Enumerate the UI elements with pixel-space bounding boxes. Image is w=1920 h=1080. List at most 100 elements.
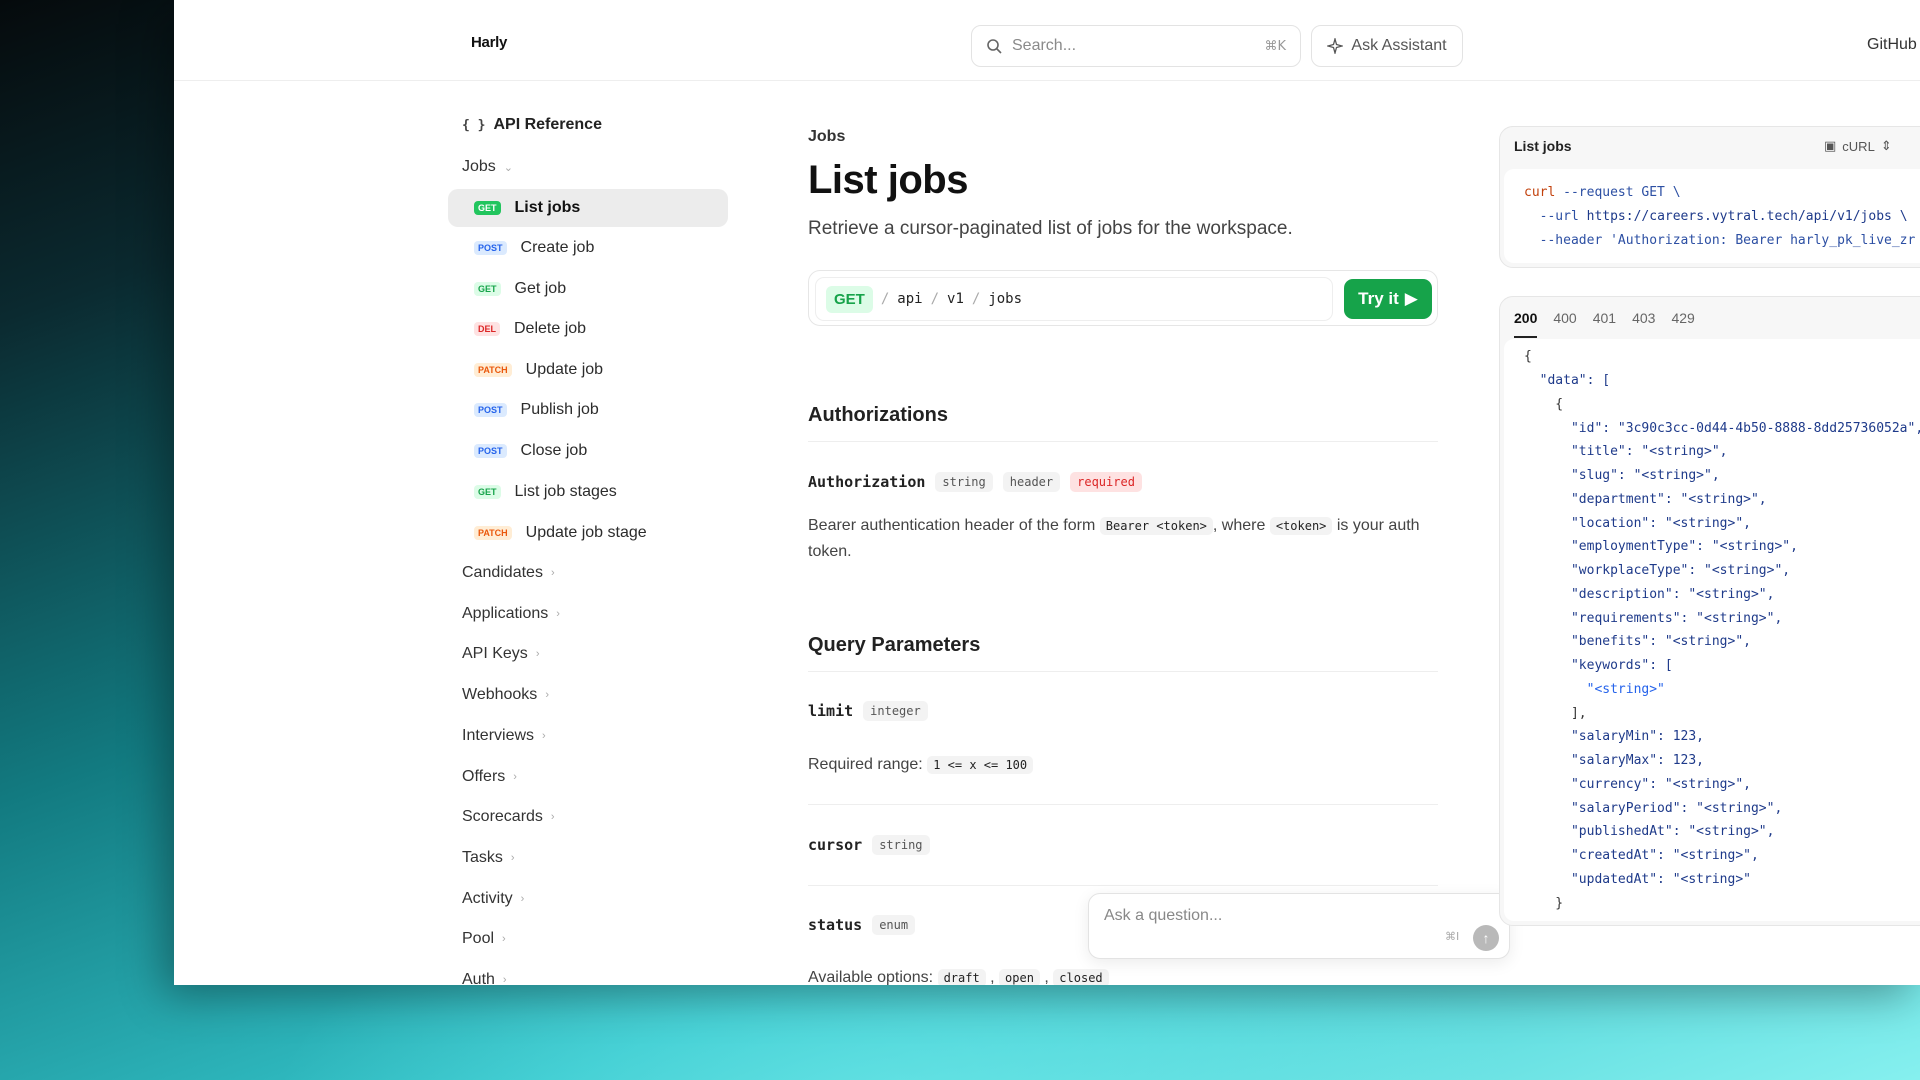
- code-line: "data": [: [1524, 373, 1611, 388]
- sidebar-item-delete-job[interactable]: DEL Delete job: [448, 310, 728, 348]
- sidebar-item-label: List jobs: [514, 199, 581, 216]
- tab-429[interactable]: 429: [1671, 310, 1694, 326]
- code-line: --url https://careers.vytral.tech/api/v1…: [1524, 209, 1908, 224]
- method-badge: POST: [474, 444, 507, 458]
- code-line: {: [1524, 349, 1532, 364]
- code-line: "salaryPeriod": "<string>",: [1524, 801, 1783, 816]
- sidebar-group-label: Pool: [462, 930, 495, 947]
- sidebar-group-webhooks[interactable]: Webhooks ›: [462, 686, 549, 704]
- param-name: limit: [808, 702, 854, 720]
- code-line: "salaryMax": 123,: [1524, 753, 1705, 768]
- api-reference-label: API Reference: [493, 116, 602, 133]
- code-line: }: [1524, 896, 1564, 911]
- chevron-right-icon: ›: [550, 567, 555, 579]
- tab-403[interactable]: 403: [1632, 310, 1655, 326]
- response-code-block: { "data": [ { "id": "3c90c3cc-0d44-4b50-…: [1504, 339, 1920, 921]
- response-status-tabs: 200 400 401 403 429: [1514, 297, 1695, 339]
- code-line: "salaryMin": 123,: [1524, 729, 1705, 744]
- chevron-right-icon: ›: [502, 974, 507, 985]
- param-type: enum: [872, 915, 916, 935]
- sidebar-item-list-job-stages[interactable]: GET List job stages: [448, 473, 728, 511]
- code-line: "<string>": [1524, 682, 1665, 697]
- sidebar-item-get-job[interactable]: GET Get job: [448, 270, 728, 308]
- tab-400[interactable]: 400: [1553, 310, 1576, 326]
- try-it-button[interactable]: Try it ▶: [1344, 279, 1432, 319]
- sidebar-group-offers[interactable]: Offers ›: [462, 768, 517, 786]
- method-badge: GET: [826, 285, 873, 313]
- code-line: "requirements": "<string>",: [1524, 611, 1783, 626]
- sidebar-item-label: Close job: [520, 442, 588, 459]
- sidebar-item-label: Publish job: [520, 401, 599, 418]
- code-line: {: [1524, 397, 1564, 412]
- sidebar-group-scorecards[interactable]: Scorecards ›: [462, 808, 555, 826]
- sidebar-group-activity[interactable]: Activity ›: [462, 890, 524, 908]
- sidebar-group-auth[interactable]: Auth ›: [462, 971, 507, 985]
- chevron-right-icon: ›: [556, 608, 560, 620]
- sidebar-group-jobs[interactable]: Jobs ⌄: [462, 158, 513, 176]
- inline-code: Bearer <token>: [1099, 517, 1213, 535]
- param-type: string: [935, 472, 993, 492]
- tab-401[interactable]: 401: [1593, 310, 1616, 326]
- code-line: "description": "<string>",: [1524, 587, 1775, 602]
- param-cursor: cursor string: [808, 835, 930, 855]
- path-separator: /: [971, 291, 981, 307]
- sidebar-group-label: Applications: [462, 605, 549, 622]
- response-example-panel: 200 400 401 403 429 { "data": [ { "id": …: [1499, 296, 1920, 926]
- sidebar-group-label: Candidates: [462, 564, 543, 581]
- param-description: Available options: draft , open , closed: [808, 965, 1438, 985]
- code-line: "slug": "<string>",: [1524, 468, 1720, 483]
- inline-code: 1 <= x <= 100: [927, 756, 1034, 774]
- search-placeholder: Search...: [1012, 37, 1077, 54]
- authorizations-heading: Authorizations: [808, 404, 948, 426]
- chevron-updown-icon: ⇕: [1880, 138, 1892, 153]
- sidebar-item-close-job[interactable]: POST Close job: [448, 432, 728, 470]
- sparkle-icon: [1327, 38, 1344, 54]
- search-shortcut: ⌘K: [1264, 38, 1286, 54]
- sidebar-group-interviews[interactable]: Interviews ›: [462, 727, 546, 745]
- desc-text: , where: [1212, 517, 1266, 534]
- terminal-icon: ▣: [1824, 138, 1837, 153]
- sidebar-item-list-jobs[interactable]: GET List jobs: [448, 189, 728, 227]
- sidebar-item-label: Get job: [514, 280, 567, 297]
- tab-200[interactable]: 200: [1514, 310, 1538, 338]
- chevron-right-icon: ›: [502, 933, 506, 945]
- play-icon: ▶: [1404, 289, 1418, 308]
- sidebar-item-update-job[interactable]: PATCH Update job: [448, 351, 728, 389]
- divider: [808, 804, 1438, 805]
- sidebar-group-api-keys[interactable]: API Keys ›: [462, 645, 539, 663]
- sidebar-group-candidates[interactable]: Candidates ›: [462, 564, 555, 582]
- method-badge: GET: [474, 485, 501, 499]
- method-badge: DEL: [474, 322, 500, 336]
- sidebar-item-update-job-stage[interactable]: PATCH Update job stage: [448, 514, 728, 552]
- chevron-right-icon: ›: [542, 730, 546, 742]
- sidebar-item-create-job[interactable]: POST Create job: [448, 229, 728, 267]
- search-input[interactable]: Search... ⌘K: [971, 25, 1301, 67]
- param-status: status enum: [808, 915, 916, 935]
- sidebar-group-pool[interactable]: Pool ›: [462, 930, 506, 948]
- sidebar-item-publish-job[interactable]: POST Publish job: [448, 391, 728, 429]
- logo[interactable]: Harly: [471, 34, 507, 51]
- method-badge: POST: [474, 403, 507, 417]
- ask-shortcut: ⌘I: [1445, 930, 1460, 943]
- chevron-right-icon: ›: [545, 689, 549, 701]
- param-name: Authorization: [808, 473, 926, 491]
- param-authorization: Authorization string header required: [808, 472, 1142, 492]
- send-arrow-icon[interactable]: ↑: [1473, 925, 1499, 951]
- code-line: "department": "<string>",: [1524, 492, 1767, 507]
- ask-placeholder: Ask a question...: [1104, 907, 1223, 924]
- browser-window: Harly Search... ⌘K Ask Assistant GitHub …: [174, 0, 1920, 985]
- path-separator: /: [930, 291, 940, 307]
- github-link[interactable]: GitHub: [1867, 36, 1917, 54]
- page-subtitle: Retrieve a cursor-paginated list of jobs…: [808, 218, 1293, 239]
- ask-assistant-button[interactable]: Ask Assistant: [1311, 25, 1463, 67]
- code-token: https://careers.vytral.tech/api/v1/jobs …: [1586, 209, 1908, 224]
- ask-question-input[interactable]: Ask a question... ⌘I ↑: [1088, 893, 1510, 959]
- chevron-right-icon: ›: [535, 648, 540, 660]
- sidebar-group-tasks[interactable]: Tasks ›: [462, 849, 515, 867]
- endpoint-path[interactable]: GET / api / v1 / jobs: [815, 277, 1333, 321]
- sidebar-group-applications[interactable]: Applications ›: [462, 605, 560, 623]
- language-selector[interactable]: ▣ cURL ⇕: [1824, 138, 1892, 154]
- top-bar: Harly Search... ⌘K Ask Assistant GitHub: [174, 0, 1920, 81]
- code-line: "workplaceType": "<string>",: [1524, 563, 1791, 578]
- path-segment: api: [897, 291, 923, 307]
